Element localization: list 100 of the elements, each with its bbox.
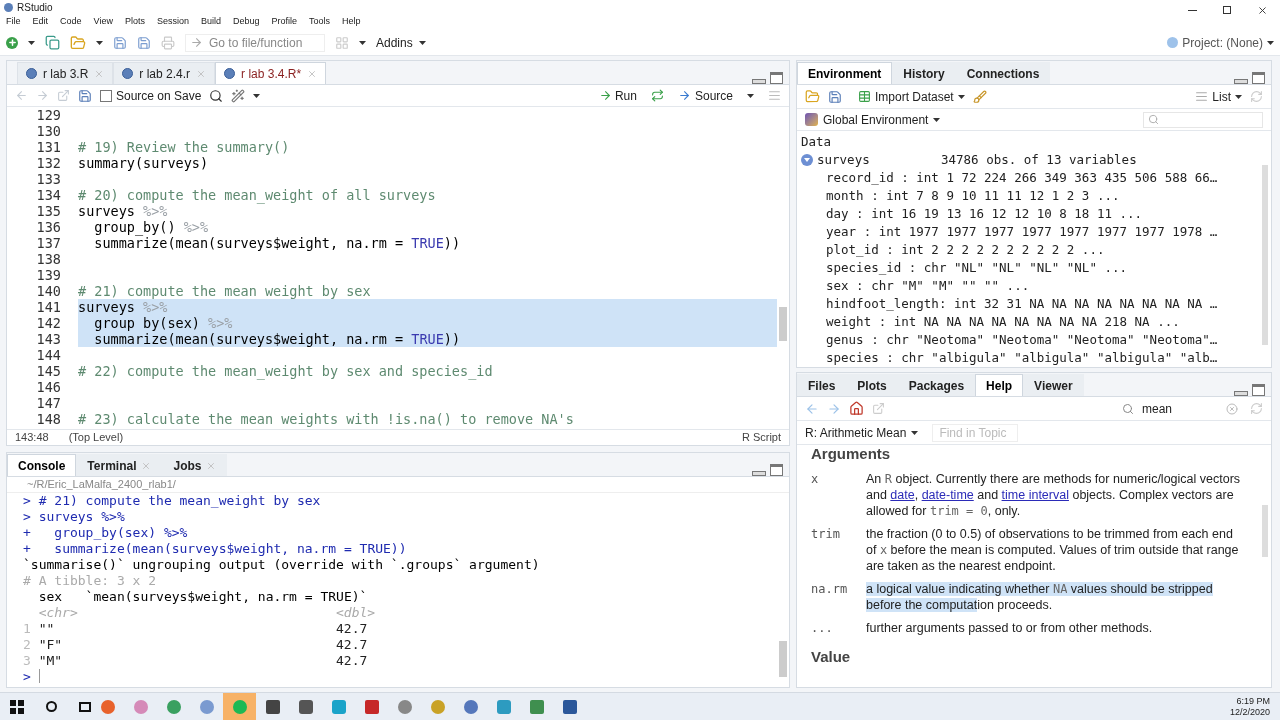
- app-icon[interactable]: [397, 699, 412, 714]
- new-file-icon[interactable]: [6, 36, 18, 49]
- save-all-icon[interactable]: [137, 35, 151, 50]
- caret-icon[interactable]: [933, 117, 941, 122]
- spreadsheet-app-icon[interactable]: [529, 699, 544, 714]
- pane-tab[interactable]: Terminal: [76, 454, 163, 476]
- pane-tab[interactable]: Plots: [846, 374, 898, 396]
- help-search-field[interactable]: mean: [1118, 399, 1242, 418]
- close-icon[interactable]: [1257, 4, 1268, 16]
- file-tab[interactable]: r lab 2.4.r: [113, 62, 216, 84]
- source-on-save-checkbox[interactable]: Source on Save: [100, 86, 202, 105]
- addins-menu[interactable]: Addins: [376, 33, 426, 52]
- app-icon[interactable]: [364, 699, 379, 714]
- save-icon[interactable]: [828, 89, 842, 104]
- maximize-pane-icon[interactable]: [1252, 72, 1265, 84]
- app-icon[interactable]: [298, 699, 313, 714]
- minimize-pane-icon[interactable]: [1234, 390, 1248, 396]
- pane-tab[interactable]: Files: [797, 374, 847, 396]
- home-icon[interactable]: [849, 401, 864, 416]
- document-app-icon[interactable]: [562, 699, 577, 714]
- help-link[interactable]: date: [890, 488, 915, 502]
- clear-icon[interactable]: [1226, 402, 1238, 415]
- maximize-pane-icon[interactable]: [1252, 384, 1265, 396]
- environment-scope-menu[interactable]: Global Environment: [805, 110, 941, 129]
- pane-tab[interactable]: Packages: [897, 374, 976, 396]
- outline-icon[interactable]: [768, 89, 781, 102]
- project-menu[interactable]: Project: (None): [1167, 33, 1274, 52]
- maximize-pane-icon[interactable]: [770, 72, 783, 84]
- task-view-icon[interactable]: [79, 701, 91, 712]
- help-link[interactable]: date-time: [921, 488, 974, 502]
- windows-logo-icon[interactable]: [10, 699, 24, 714]
- menu-item[interactable]: Tools: [309, 15, 331, 29]
- menu-item[interactable]: Session: [156, 15, 189, 29]
- caret-icon[interactable]: [96, 40, 103, 45]
- search-icon[interactable]: [209, 88, 224, 103]
- view-mode-button[interactable]: List: [1195, 87, 1242, 106]
- menu-item[interactable]: File: [6, 15, 21, 29]
- caret-icon[interactable]: [957, 94, 965, 99]
- search-icon[interactable]: [46, 701, 57, 712]
- pane-tab[interactable]: Console: [7, 454, 77, 476]
- forward-icon[interactable]: [827, 401, 841, 416]
- save-icon[interactable]: [78, 88, 92, 103]
- caret-icon[interactable]: [28, 40, 35, 45]
- scrollbar[interactable]: [1262, 165, 1268, 345]
- menu-item[interactable]: Build: [200, 15, 221, 29]
- caret-icon[interactable]: [359, 40, 366, 45]
- pane-tab[interactable]: Jobs: [162, 454, 228, 476]
- save-icon[interactable]: [113, 35, 127, 50]
- open-folder-icon[interactable]: [805, 89, 820, 104]
- source-button[interactable]: Source: [677, 86, 733, 105]
- file-type-menu[interactable]: R Script: [741, 429, 781, 446]
- app-icon[interactable]: [463, 699, 478, 714]
- scrollbar[interactable]: [1262, 505, 1268, 557]
- maximize-pane-icon[interactable]: [770, 464, 783, 476]
- app-icon[interactable]: [496, 699, 511, 714]
- scope-menu[interactable]: (Top Level): [68, 429, 124, 446]
- broom-icon[interactable]: [972, 89, 987, 104]
- browser-icon[interactable]: [100, 699, 115, 714]
- go-to-file-field[interactable]: Go to file/function: [185, 33, 325, 52]
- back-icon[interactable]: [805, 401, 819, 416]
- caret-icon[interactable]: [418, 40, 426, 45]
- menu-item[interactable]: Code: [60, 15, 82, 29]
- expand-toggle-icon[interactable]: [801, 154, 813, 166]
- caret-icon[interactable]: [911, 430, 919, 435]
- open-folder-icon[interactable]: [70, 34, 86, 51]
- wand-icon[interactable]: [231, 88, 246, 103]
- pane-tab[interactable]: Environment: [797, 62, 893, 84]
- menu-item[interactable]: View: [93, 15, 113, 29]
- menu-item[interactable]: Debug: [232, 15, 260, 29]
- minimize-pane-icon[interactable]: [1234, 78, 1248, 84]
- menu-item[interactable]: Edit: [32, 15, 49, 29]
- new-project-icon[interactable]: [45, 35, 60, 50]
- menu-item[interactable]: Plots: [124, 15, 145, 29]
- minimize-pane-icon[interactable]: [752, 470, 766, 476]
- menu-item[interactable]: Help: [342, 15, 361, 29]
- help-link[interactable]: time interval: [1001, 488, 1069, 502]
- app-icon[interactable]: [166, 699, 181, 714]
- file-tab[interactable]: r lab 3.R: [17, 62, 114, 84]
- import-dataset-button[interactable]: Import Dataset: [858, 87, 965, 106]
- caret-icon[interactable]: [1235, 94, 1242, 99]
- pane-tab[interactable]: Connections: [955, 62, 1051, 84]
- search-field[interactable]: [1143, 111, 1263, 128]
- pane-tab[interactable]: Help: [975, 374, 1024, 396]
- menu-item[interactable]: Profile: [271, 15, 297, 29]
- object-name[interactable]: surveys: [817, 151, 941, 169]
- pane-tab[interactable]: Viewer: [1023, 374, 1084, 396]
- minimize-pane-icon[interactable]: [752, 78, 766, 84]
- calculator-icon[interactable]: [265, 699, 280, 714]
- caret-icon[interactable]: [747, 93, 754, 98]
- caret-icon[interactable]: [253, 93, 261, 98]
- minimize-icon[interactable]: [1188, 9, 1197, 11]
- run-button[interactable]: Run: [598, 86, 637, 105]
- pane-tab[interactable]: History: [892, 62, 956, 84]
- help-topic-menu[interactable]: R: Arithmetic Mean: [805, 423, 919, 442]
- rerun-icon[interactable]: [650, 89, 664, 102]
- caret-icon[interactable]: [1267, 40, 1274, 45]
- scrollbar[interactable]: [779, 307, 787, 341]
- scrollbar[interactable]: [779, 641, 787, 677]
- file-tab[interactable]: r lab 3.4.R*: [215, 62, 327, 84]
- find-in-topic-field[interactable]: Find in Topic: [932, 423, 1019, 442]
